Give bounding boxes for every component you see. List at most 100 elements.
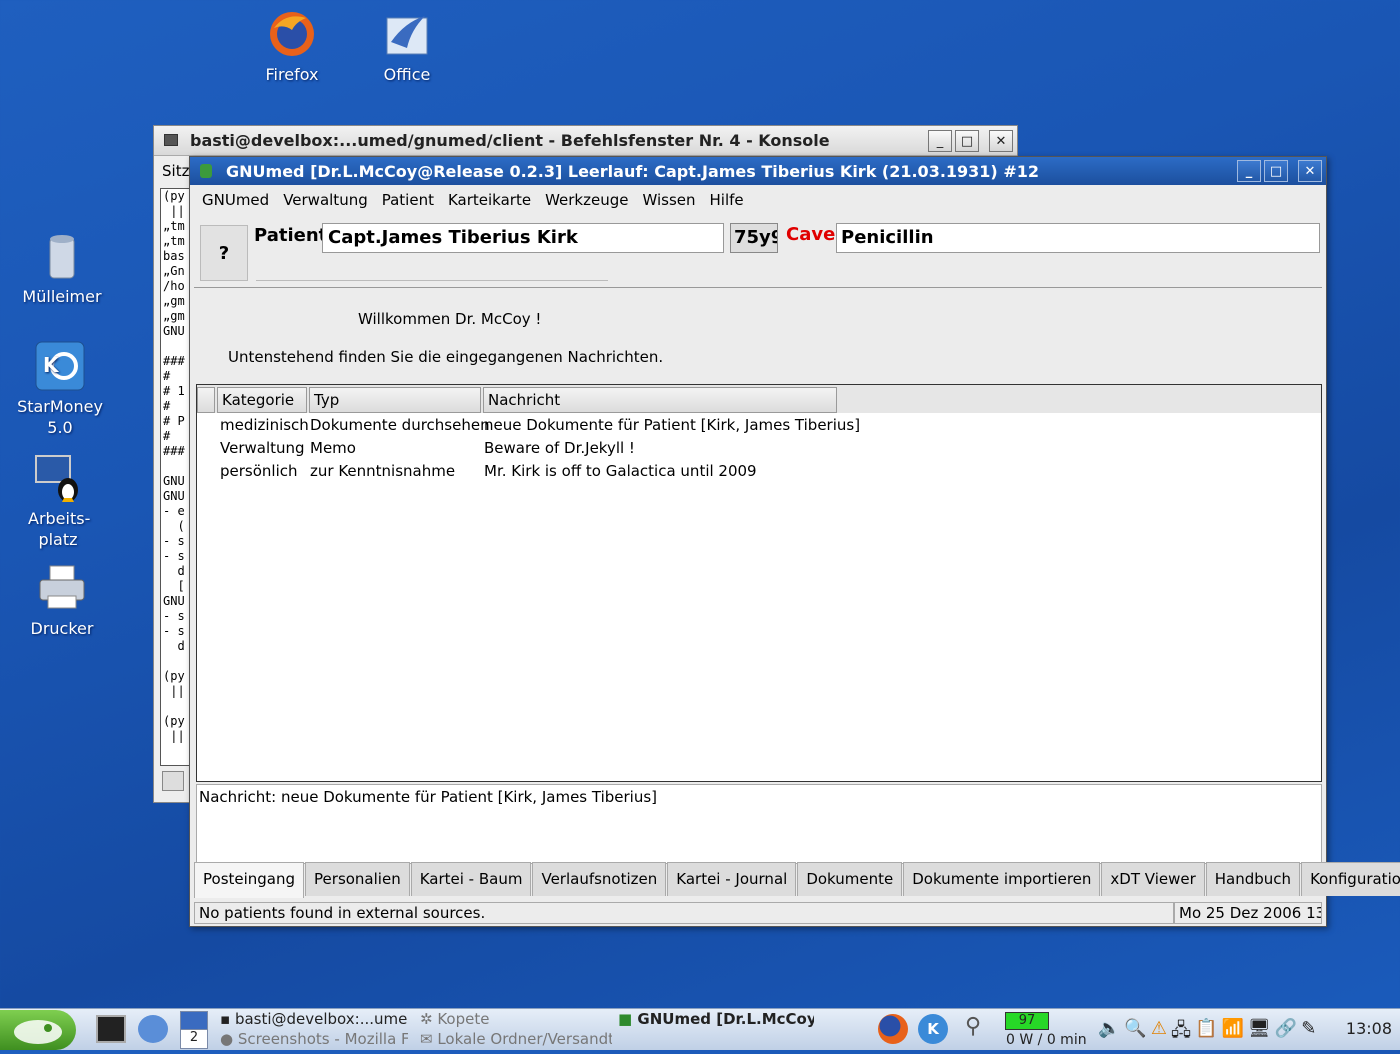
kde-gear-icon: K bbox=[34, 340, 86, 392]
desktop-icon-printer[interactable]: Drucker bbox=[12, 562, 112, 639]
gnumed-titlebar[interactable]: GNUmed [Dr.L.McCoy@Release 0.2.3] Leerla… bbox=[190, 157, 1326, 185]
konsole-menu-fragment[interactable]: Sitz bbox=[162, 162, 189, 180]
patient-photo-button[interactable]: ? bbox=[200, 225, 248, 281]
desktop-icon-label: Office bbox=[383, 65, 431, 84]
pager-desktop-1[interactable] bbox=[181, 1012, 207, 1030]
desktop-icon-office[interactable]: Office bbox=[357, 8, 457, 85]
status-datetime: Mo 25 Dez 2006 13: bbox=[1174, 902, 1322, 924]
allergy-field[interactable]: Penicillin bbox=[836, 223, 1320, 253]
task-firefox-screenshots[interactable]: ● Screenshots - Mozilla Fi bbox=[220, 1030, 408, 1048]
minimize-button[interactable]: _ bbox=[1237, 160, 1261, 182]
search-icon[interactable]: 🔍 bbox=[1124, 1018, 1146, 1048]
message-row[interactable]: Verwaltung Memo Beware of Dr.Jekyll ! bbox=[197, 436, 1321, 459]
patient-label: Patient bbox=[254, 225, 328, 246]
menu-wissen[interactable]: Wissen bbox=[642, 191, 695, 209]
konsole-title: basti@develbox:...umed/gnumed/client - B… bbox=[190, 131, 830, 150]
network-launcher-icon[interactable] bbox=[138, 1015, 168, 1043]
message-list-header: Kategorie Typ Nachricht bbox=[197, 385, 1321, 413]
message-detail[interactable]: Nachricht: neue Dokumente für Patient [K… bbox=[196, 784, 1322, 864]
tab-verlaufsnotizen[interactable]: Verlaufsnotizen bbox=[532, 862, 667, 896]
new-session-icon[interactable] bbox=[162, 771, 184, 791]
gnumed-title: GNUmed [Dr.L.McCoy@Release 0.2.3] Leerla… bbox=[226, 161, 1039, 181]
tab-posteingang[interactable]: Posteingang bbox=[194, 862, 305, 898]
tab-dokumente-importieren[interactable]: Dokumente importieren bbox=[903, 862, 1101, 896]
kde-launcher-icon[interactable]: K bbox=[918, 1014, 948, 1044]
alert-icon[interactable]: ⚠ bbox=[1151, 1018, 1167, 1048]
message-list[interactable]: Kategorie Typ Nachricht medizinisch Doku… bbox=[196, 384, 1322, 782]
kde-menu-button[interactable] bbox=[0, 1010, 76, 1050]
suse-gecko-icon bbox=[14, 1020, 62, 1044]
tab-kartei-baum[interactable]: Kartei - Baum bbox=[410, 862, 532, 896]
klipper-icon[interactable]: 📋 bbox=[1195, 1018, 1217, 1048]
cell-typ: zur Kenntnisnahme bbox=[310, 461, 456, 480]
update-icon[interactable]: ✎ bbox=[1301, 1018, 1316, 1048]
gnumed-window[interactable]: GNUmed [Dr.L.McCoy@Release 0.2.3] Leerla… bbox=[189, 156, 1400, 927]
close-button[interactable]: ✕ bbox=[1298, 160, 1322, 182]
firefox-icon bbox=[266, 8, 318, 60]
svg-text:K: K bbox=[43, 353, 60, 377]
desktop-pager[interactable]: 2 bbox=[180, 1011, 208, 1049]
menu-karteikarte[interactable]: Karteikarte bbox=[448, 191, 531, 209]
volume-icon[interactable]: 🔈 bbox=[1098, 1018, 1120, 1048]
cell-typ: Memo bbox=[310, 438, 356, 457]
maximize-button[interactable]: □ bbox=[1264, 160, 1288, 182]
power-status: 0 W / 0 min bbox=[1006, 1032, 1087, 1048]
desktop-icon-trash[interactable]: Mülleimer bbox=[12, 230, 112, 307]
column-header-kategorie[interactable]: Kategorie bbox=[217, 387, 307, 413]
task-konsole[interactable]: ▪ basti@develbox:...umed/ bbox=[220, 1010, 408, 1028]
desktop-icon-label: Firefox bbox=[265, 65, 319, 84]
desktop-icon-firefox[interactable]: Firefox bbox=[242, 8, 342, 85]
office-icon bbox=[381, 8, 433, 60]
display-icon[interactable]: 🖥 bbox=[1248, 1018, 1271, 1048]
tab-personalien[interactable]: Personalien bbox=[305, 862, 410, 896]
desktop-icon-starmoney[interactable]: K StarMoney 5.0 bbox=[10, 340, 110, 438]
tab-xdt-viewer[interactable]: xDT Viewer bbox=[1101, 862, 1205, 896]
signal-icon[interactable]: 📶 bbox=[1221, 1018, 1243, 1048]
network-icon[interactable]: 🖧 bbox=[1171, 1018, 1191, 1048]
clock[interactable]: 13:08 bbox=[1346, 1019, 1392, 1038]
message-row[interactable]: medizinisch Dokumente durchsehen neue Do… bbox=[197, 413, 1321, 436]
tab-dokumente[interactable]: Dokumente bbox=[797, 862, 903, 896]
gnumed-app-icon: ■ bbox=[618, 1010, 638, 1028]
patient-age: 75y9 bbox=[730, 223, 778, 253]
tab-kartei-journal[interactable]: Kartei - Journal bbox=[667, 862, 797, 896]
menu-verwaltung[interactable]: Verwaltung bbox=[283, 191, 368, 209]
welcome-text: Willkommen Dr. McCoy ! bbox=[358, 310, 542, 328]
cell-kategorie: medizinisch bbox=[220, 415, 309, 434]
cell-nachricht: Mr. Kirk is off to Galactica until 2009 bbox=[484, 461, 757, 480]
task-kopete[interactable]: ✲ Kopete bbox=[420, 1010, 489, 1028]
battery-indicator[interactable]: 97 bbox=[1005, 1012, 1049, 1030]
menu-patient[interactable]: Patient bbox=[382, 191, 434, 209]
terminal-output[interactable]: (py || „tm „tm bas „Gn /ho „gm „gm GNU #… bbox=[160, 188, 192, 766]
task-gnumed[interactable]: ■ GNUmed [Dr.L.McCoy bbox=[618, 1010, 814, 1028]
menu-gnumed[interactable]: GNUmed bbox=[202, 191, 269, 209]
minimize-button[interactable]: _ bbox=[928, 130, 952, 152]
close-button[interactable]: ✕ bbox=[989, 130, 1013, 152]
patient-search-field[interactable]: Capt.James Tiberius Kirk bbox=[322, 223, 724, 253]
satellite-launcher-icon[interactable]: ⚲ bbox=[958, 1014, 988, 1044]
cave-label: Cave bbox=[786, 224, 836, 245]
network-manager-icon[interactable]: 🔗 bbox=[1275, 1018, 1297, 1048]
tab-handbuch[interactable]: Handbuch bbox=[1205, 862, 1301, 896]
mail-icon: ✉ bbox=[420, 1030, 438, 1048]
pager-desktop-2[interactable]: 2 bbox=[181, 1030, 207, 1045]
firefox-icon: ● bbox=[220, 1030, 238, 1048]
computer-tux-icon bbox=[32, 452, 84, 504]
firefox-launcher-icon[interactable] bbox=[878, 1014, 908, 1044]
task-mail-folder[interactable]: ✉ Lokale Ordner/Versandte bbox=[420, 1030, 612, 1048]
gnumed-menubar: GNUmed Verwaltung Patient Karteikarte We… bbox=[190, 185, 1326, 215]
column-header-typ[interactable]: Typ bbox=[309, 387, 481, 413]
message-row[interactable]: persönlich zur Kenntnisnahme Mr. Kirk is… bbox=[197, 459, 1321, 482]
notebook-tabs: Posteingang Personalien Kartei - Baum Ve… bbox=[194, 862, 1400, 898]
terminal-launcher-icon[interactable] bbox=[96, 1015, 126, 1043]
row-header-corner bbox=[197, 387, 215, 413]
column-header-nachricht[interactable]: Nachricht bbox=[483, 387, 837, 413]
cell-kategorie: Verwaltung bbox=[220, 438, 305, 457]
terminal-icon: ▪ bbox=[220, 1010, 235, 1028]
menu-hilfe[interactable]: Hilfe bbox=[710, 191, 744, 209]
konsole-titlebar[interactable]: basti@develbox:...umed/gnumed/client - B… bbox=[154, 126, 1017, 156]
maximize-button[interactable]: □ bbox=[955, 130, 979, 152]
desktop-icon-workplace[interactable]: Arbeits-platz bbox=[8, 452, 108, 550]
tab-konfiguration[interactable]: Konfiguration bbox=[1301, 862, 1400, 896]
menu-werkzeuge[interactable]: Werkzeuge bbox=[545, 191, 628, 209]
